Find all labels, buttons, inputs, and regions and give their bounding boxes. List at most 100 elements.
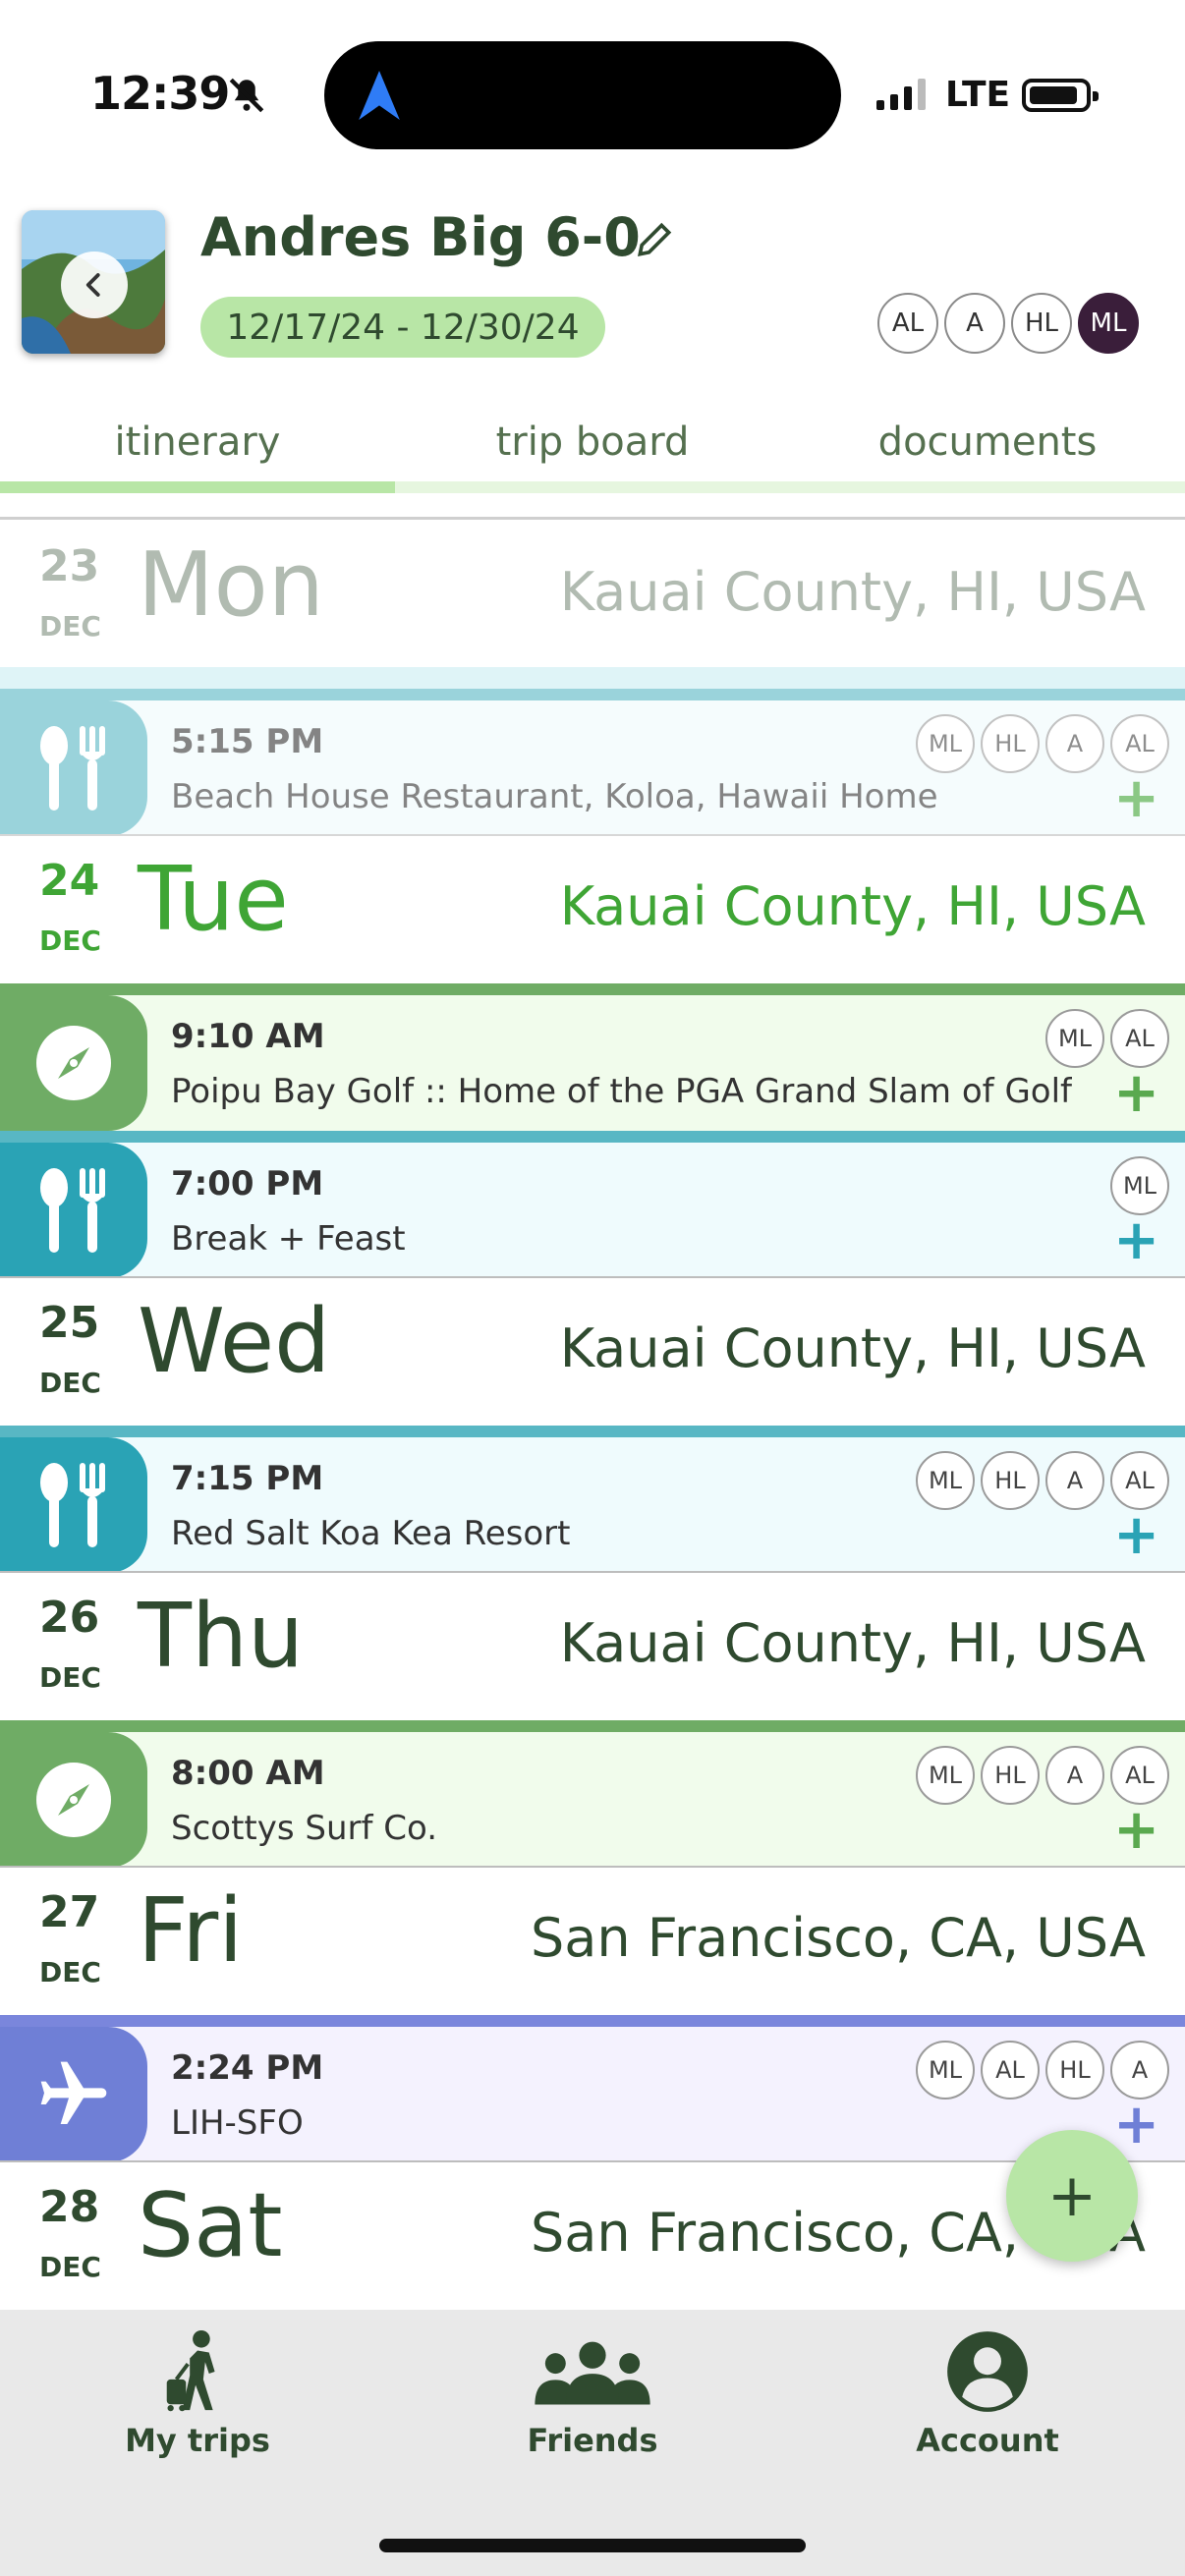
add-attendee-button[interactable]: + — [1113, 1508, 1159, 1563]
attendee-avatar: ML — [916, 1746, 975, 1805]
event-card-activity[interactable]: 9:10 AM Poipu Bay Golf :: Home of the PG… — [0, 983, 1185, 1131]
attendee-avatar: ML — [1110, 1156, 1169, 1215]
event-type-bar — [0, 689, 1185, 700]
nav-label: Friends — [527, 2422, 658, 2459]
member-avatar[interactable]: AL — [877, 293, 938, 354]
event-name: Scottys Surf Co. — [171, 1809, 438, 1848]
event-type-bar — [0, 1720, 1185, 1732]
back-button[interactable] — [61, 252, 128, 318]
event-time: 7:00 PM — [171, 1164, 324, 1204]
day-header[interactable]: 24 DEC Tue Kauai County, HI, USA — [0, 836, 1185, 983]
day-month: DEC — [39, 1367, 101, 1399]
day-location: San Francisco, CA, USA — [530, 1907, 1146, 1969]
fork-spoon-icon — [40, 726, 105, 811]
event-name: Red Salt Koa Kea Resort — [171, 1514, 571, 1553]
event-card-dining[interactable]: 7:00 PM Break + Feast ML + — [0, 1131, 1185, 1278]
add-attendee-button[interactable]: + — [1113, 771, 1159, 826]
add-attendee-button[interactable]: + — [1113, 1803, 1159, 1858]
nav-friends[interactable]: Friends — [395, 2329, 790, 2477]
add-event-button[interactable]: + — [1006, 2130, 1138, 2262]
attendee-avatar: ML — [916, 2041, 975, 2100]
battery-icon — [1022, 79, 1099, 112]
day-month: DEC — [39, 1661, 101, 1694]
dynamic-island — [324, 41, 841, 149]
day-number: 23 — [39, 541, 100, 591]
day-name: Tue — [138, 848, 289, 951]
attendee-avatar: HL — [981, 1451, 1040, 1510]
compass-icon — [36, 1026, 111, 1100]
day-location: Kauai County, HI, USA — [559, 1612, 1146, 1674]
event-card-dining[interactable]: 5:15 PM Beach House Restaurant, Koloa, H… — [0, 689, 1185, 836]
home-indicator — [379, 2539, 806, 2552]
event-name: Poipu Bay Golf :: Home of the PGA Grand … — [171, 1072, 1073, 1111]
status-time: 12:39 — [90, 67, 230, 120]
event-card-flight[interactable]: 2:24 PM LIH-SFO ML AL HL A + — [0, 2015, 1185, 2162]
event-card-activity[interactable]: 8:00 AM Scottys Surf Co. ML HL A AL + — [0, 1720, 1185, 1868]
traveler-icon — [166, 2329, 215, 2412]
day-month: DEC — [39, 2251, 101, 2283]
attendee-avatar: HL — [1045, 2041, 1104, 2100]
dining-tile — [0, 1143, 147, 1278]
day-location: Kauai County, HI, USA — [559, 875, 1146, 937]
add-attendee-button[interactable]: + — [1113, 1066, 1159, 1121]
trip-tabs: itinerary trip board documents — [0, 403, 1185, 493]
nav-account[interactable]: Account — [790, 2329, 1185, 2477]
activity-tile — [0, 1732, 147, 1868]
account-icon — [947, 2331, 1028, 2412]
event-name: Beach House Restaurant, Koloa, Hawaii Ho… — [171, 777, 938, 816]
event-card-dining[interactable]: 7:15 PM Red Salt Koa Kea Resort ML HL A … — [0, 1426, 1185, 1573]
attendee-avatar: AL — [1110, 1746, 1169, 1805]
event-time: 9:10 AM — [171, 1017, 325, 1056]
trip-dates-pill[interactable]: 12/17/24 - 12/30/24 — [200, 297, 605, 358]
member-avatar[interactable]: A — [944, 293, 1005, 354]
attendee-avatar: AL — [981, 2041, 1040, 2100]
add-attendee-button[interactable]: + — [1113, 1213, 1159, 1268]
attendee-avatar: AL — [1110, 1451, 1169, 1510]
event-time: 7:15 PM — [171, 1459, 324, 1498]
airplane-icon — [40, 2061, 107, 2124]
cell-signal-icon — [876, 79, 931, 110]
day-location: Kauai County, HI, USA — [559, 561, 1146, 623]
event-name: Break + Feast — [171, 1219, 406, 1259]
nav-my-trips[interactable]: My trips — [0, 2329, 395, 2477]
nav-label: My trips — [125, 2422, 270, 2459]
add-attendee-button[interactable]: + — [1113, 2098, 1159, 2153]
attendee-avatar: A — [1045, 714, 1104, 773]
event-type-bar — [0, 2015, 1185, 2027]
navigation-arrow-icon — [359, 71, 400, 120]
day-header[interactable]: 23 DEC Mon Kauai County, HI, USA — [0, 520, 1185, 667]
day-header[interactable]: 25 DEC Wed Kauai County, HI, USA — [0, 1278, 1185, 1426]
network-type: LTE — [945, 75, 1011, 115]
dining-tile — [0, 700, 147, 836]
day-month: DEC — [39, 610, 101, 643]
tab-trip-board[interactable]: trip board — [395, 403, 790, 481]
attendee-avatar: ML — [916, 1451, 975, 1510]
attendee-avatar: HL — [981, 1746, 1040, 1805]
itinerary-list[interactable]: 23 DEC Mon Kauai County, HI, USA 5:15 PM… — [0, 520, 1185, 2310]
day-number: 28 — [39, 2182, 100, 2232]
day-header[interactable]: 26 DEC Thu Kauai County, HI, USA — [0, 1573, 1185, 1720]
attendee-avatar: ML — [916, 714, 975, 773]
day-number: 24 — [39, 856, 100, 906]
day-name: Thu — [138, 1585, 305, 1688]
day-number: 26 — [39, 1593, 100, 1643]
event-time: 2:24 PM — [171, 2048, 324, 2088]
day-month: DEC — [39, 924, 101, 957]
member-avatar[interactable]: HL — [1011, 293, 1072, 354]
day-number: 27 — [39, 1887, 100, 1937]
trip-title: Andres Big 6-0 — [200, 206, 641, 268]
member-avatar-current[interactable]: ML — [1078, 293, 1139, 354]
event-name: LIH-SFO — [171, 2103, 304, 2143]
fork-spoon-icon — [40, 1168, 105, 1253]
edit-pencil-icon[interactable] — [633, 218, 676, 261]
attendee-avatar: HL — [981, 714, 1040, 773]
dining-tile — [0, 1437, 147, 1573]
attendee-avatar: ML — [1045, 1009, 1104, 1068]
compass-icon — [36, 1763, 111, 1837]
group-icon — [535, 2341, 650, 2405]
activity-tile — [0, 995, 147, 1131]
tab-documents[interactable]: documents — [790, 403, 1185, 481]
day-header[interactable]: 27 DEC Fri San Francisco, CA, USA — [0, 1868, 1185, 2015]
tab-itinerary[interactable]: itinerary — [0, 403, 395, 481]
flight-tile — [0, 2027, 147, 2162]
